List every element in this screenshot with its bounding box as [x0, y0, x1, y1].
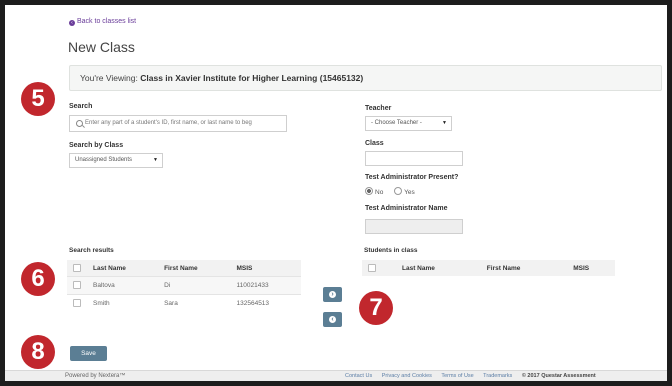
search-by-class-select[interactable]: Unassigned Students ▼ — [69, 153, 163, 168]
callout-6: 6 — [21, 262, 55, 296]
arrow-left-icon: ‹ — [329, 316, 336, 323]
back-link-label: Back to classes list — [77, 18, 137, 25]
chevron-down-icon: ▼ — [442, 120, 447, 126]
column-header-last-name: Last Name — [396, 260, 481, 276]
new-class-page: ‹ Back to classes list New Class You're V… — [5, 5, 667, 381]
row-checkbox[interactable] — [73, 281, 81, 289]
viewing-context-text: You're Viewing: Class in Xavier Institut… — [80, 73, 363, 83]
admin-present-no-option[interactable]: No — [365, 187, 384, 196]
student-search-input[interactable]: Enter any part of a student's ID, first … — [69, 115, 287, 132]
admin-present-radio-group: No Yes — [365, 187, 415, 196]
admin-name-label: Test Administrator Name — [365, 205, 448, 212]
select-all-checkbox[interactable] — [73, 263, 81, 272]
save-button[interactable]: Save — [70, 346, 107, 361]
table-header-row: Last Name First Name MSIS — [67, 260, 301, 277]
teacher-label: Teacher — [365, 105, 392, 112]
remove-from-class-button[interactable]: ‹ — [323, 312, 342, 327]
column-header-msis: MSIS — [567, 260, 615, 276]
back-to-classes-link[interactable]: ‹ Back to classes list — [69, 18, 136, 26]
table-row[interactable]: Smith Sara 132564513 — [67, 294, 301, 312]
search-results-table: Last Name First Name MSIS Baltova Di 110… — [67, 260, 301, 312]
admin-present-yes-option[interactable]: Yes — [394, 187, 415, 196]
back-arrow-icon: ‹ — [69, 20, 75, 26]
cell-first-name: Di — [158, 276, 231, 295]
footer-link-privacy[interactable]: Privacy and Cookies — [382, 373, 432, 379]
admin-present-yes-label: Yes — [404, 189, 415, 196]
table-row[interactable]: Baltova Di 110021433 — [67, 276, 301, 295]
copyright-text: © 2017 Questar Assessment — [521, 373, 596, 379]
row-checkbox-cell — [67, 294, 87, 312]
callout-7: 7 — [359, 291, 393, 325]
footer-link-terms[interactable]: Terms of Use — [441, 373, 473, 379]
admin-present-no-label: No — [375, 189, 384, 196]
search-by-class-label: Search by Class — [69, 142, 124, 149]
callout-5: 5 — [21, 82, 55, 116]
select-all-checkbox[interactable] — [368, 263, 376, 272]
students-in-class-title: Students in class — [364, 247, 418, 254]
column-header-last-name: Last Name — [87, 260, 159, 277]
chevron-down-icon: ▼ — [153, 157, 158, 163]
search-icon — [76, 120, 83, 127]
radio-unselected-icon — [394, 187, 403, 195]
cell-last-name: Smith — [87, 294, 159, 312]
search-label: Search — [69, 103, 93, 110]
viewing-prefix: You're Viewing: — [80, 73, 138, 83]
search-placeholder: Enter any part of a student's ID, first … — [85, 120, 252, 126]
footer-link-trademarks[interactable]: Trademarks — [483, 373, 512, 379]
search-results-title: Search results — [69, 247, 114, 254]
column-header-first-name: First Name — [480, 260, 568, 276]
row-checkbox[interactable] — [73, 299, 81, 307]
row-checkbox-cell — [67, 276, 87, 295]
cell-msis: 132564513 — [230, 294, 301, 312]
column-header-first-name: First Name — [158, 260, 231, 277]
table-header-row: Last Name First Name MSIS — [362, 260, 615, 276]
viewing-context-bar: You're Viewing: Class in Xavier Institut… — [69, 65, 662, 91]
teacher-select-value: - Choose Teacher - — [371, 120, 422, 126]
page-title: New Class — [68, 39, 135, 55]
add-to-class-button[interactable]: › — [323, 287, 342, 302]
cell-msis: 110021433 — [230, 276, 301, 295]
class-label: Class — [365, 140, 384, 147]
select-all-cell — [362, 260, 396, 276]
callout-8: 8 — [21, 335, 55, 369]
powered-by-text: Powered by Nextera™ — [65, 373, 126, 379]
teacher-select[interactable]: - Choose Teacher - ▼ — [365, 116, 452, 131]
radio-selected-icon — [365, 187, 373, 195]
footer-links: Contact Us Privacy and Cookies Terms of … — [345, 373, 596, 379]
admin-present-label: Test Administrator Present? — [365, 174, 459, 181]
search-by-class-value: Unassigned Students — [75, 157, 133, 163]
column-header-msis: MSIS — [230, 260, 301, 277]
viewing-class-name: Class in Xavier Institute for Higher Lea… — [140, 73, 364, 83]
class-name-input[interactable] — [365, 151, 463, 166]
cell-last-name: Baltova — [87, 276, 159, 295]
cell-first-name: Sara — [158, 294, 231, 312]
arrow-right-icon: › — [329, 291, 336, 298]
select-all-cell — [67, 260, 87, 277]
admin-name-input[interactable] — [365, 219, 463, 234]
students-in-class-table: Last Name First Name MSIS — [362, 260, 615, 276]
page-footer: Powered by Nextera™ Contact Us Privacy a… — [5, 370, 667, 381]
footer-link-contact[interactable]: Contact Us — [345, 373, 372, 379]
